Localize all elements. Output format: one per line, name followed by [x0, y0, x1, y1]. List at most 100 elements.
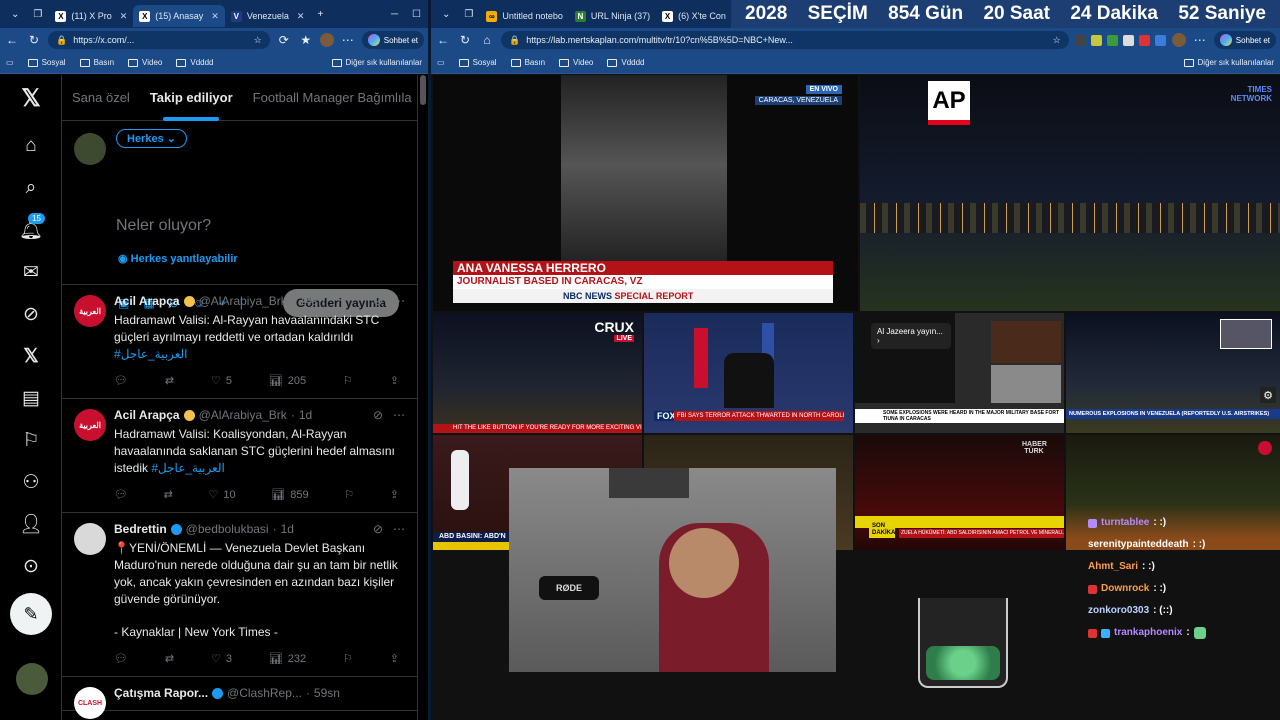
copilot-button[interactable]: Sohbet et	[361, 31, 424, 49]
avatar[interactable]	[74, 523, 106, 555]
like-button[interactable]: ♡ 10	[208, 487, 235, 504]
left-tab-3[interactable]: V Venezuela ✕	[225, 5, 311, 27]
retweet-icon[interactable]: ⇄	[165, 651, 174, 668]
author-handle[interactable]: @bedbolukbasi	[186, 521, 269, 538]
new-tab-button[interactable]: +	[310, 9, 330, 20]
tab-following[interactable]: Takip ediliyor	[140, 75, 243, 121]
extension-icon[interactable]	[1074, 34, 1086, 46]
back-icon[interactable]: ←	[4, 33, 20, 47]
right-tab-2[interactable]: N URL Ninja (37)	[569, 5, 656, 27]
account-avatar[interactable]	[16, 663, 48, 695]
close-icon[interactable]: ✕	[211, 11, 219, 22]
stream-ap[interactable]: AP TIMES NETWORK	[860, 75, 1280, 311]
stream-haberturk[interactable]: HABER TÜRK SON DAKİKA ZUELA HÜKÜMETİ: AB…	[855, 435, 1064, 550]
profile-avatar[interactable]	[319, 33, 334, 47]
share-icon[interactable]: ⇪	[390, 487, 399, 504]
like-button[interactable]: ♡ 3	[211, 651, 232, 668]
right-tab-1[interactable]: ∞ Untitled notebo	[480, 5, 569, 27]
like-button[interactable]: ♡ 5	[211, 373, 232, 390]
bookmark-folder[interactable]: Sosyal	[458, 58, 497, 67]
retweet-icon[interactable]: ⇄	[165, 373, 174, 390]
right-tab-3[interactable]: X (6) X'te Con	[656, 5, 732, 27]
author-handle[interactable]: @AlArabiya_Brk	[199, 407, 287, 424]
address-bar[interactable]: 🔒 https://x.com/... ☆	[48, 31, 270, 49]
communities-icon[interactable]: ⚇	[18, 469, 44, 495]
profile-icon[interactable]: 👤︎	[18, 511, 44, 537]
favorites-icon[interactable]: ★	[298, 33, 314, 47]
close-icon[interactable]: ✕	[297, 11, 305, 22]
bookmarks-icon[interactable]: ⚐	[18, 427, 44, 453]
grok-icon[interactable]: ⊘	[373, 293, 383, 310]
home-icon[interactable]: ⌂	[479, 33, 495, 47]
star-icon[interactable]: ☆	[254, 35, 262, 46]
left-tab-2[interactable]: X (15) Anasay ✕	[133, 5, 225, 27]
more-icon[interactable]: ⋯	[340, 33, 356, 47]
tab-football-manager[interactable]: Football Manager Bağımlıla	[243, 75, 417, 121]
grok-icon[interactable]: ⊘	[373, 521, 383, 538]
bookmark-folder[interactable]: Basın	[79, 58, 114, 67]
chat-user[interactable]: trankaphoenix	[1114, 622, 1182, 644]
bookmark-folder[interactable]: Vdddd	[607, 58, 645, 67]
bookmark-icon[interactable]: ⚐	[343, 373, 353, 390]
tweet-time[interactable]: 14sn	[299, 293, 325, 310]
views-button[interactable]: 📊︎ 232	[269, 651, 306, 668]
compose-input[interactable]: Neler oluyor?	[116, 217, 211, 235]
workspaces-icon[interactable]: ❐	[26, 9, 49, 20]
author-name[interactable]: Acil Arapça	[114, 293, 180, 310]
post-feather-button[interactable]: ✎	[10, 593, 52, 635]
home-icon[interactable]: ⌂	[18, 133, 44, 159]
star-icon[interactable]: ☆	[1053, 35, 1061, 46]
bookmark-icon[interactable]: ⚐	[343, 651, 353, 668]
author-name[interactable]: Acil Arapça	[114, 407, 180, 424]
other-bookmarks[interactable]: Diğer sık kullanılanlar	[331, 58, 422, 67]
grok-icon[interactable]: ⊘	[373, 407, 383, 424]
chat-user[interactable]: zonkoro0303	[1088, 600, 1149, 622]
tweet[interactable]: CLASH Çatışma Rapor... @ClashRep... · 59sn	[62, 677, 417, 719]
stream-nbc[interactable]: EN VIVO CARACAS, VENEZUELA ANA VANESSA H…	[433, 75, 858, 311]
author-name[interactable]: Bedrettin	[114, 521, 167, 538]
bookmark-folder[interactable]: Video	[559, 58, 593, 67]
more-circle-icon[interactable]: ⊙	[18, 553, 44, 579]
tab-menu-icon[interactable]: ⌄	[4, 9, 26, 20]
tweet-time[interactable]: 1d	[299, 407, 312, 424]
tweet[interactable]: العربية Acil Arapça @AlArabiya_Brk · 1d ⊘ ⋯ H…	[62, 399, 417, 513]
chat-user[interactable]: Ahmt_Sari	[1088, 556, 1138, 578]
aljazeera-popup[interactable]: Al Jazeera yayın... ›	[871, 323, 951, 349]
chat-user[interactable]: turntablee	[1101, 512, 1149, 534]
bookmark-folder[interactable]: Basın	[510, 58, 545, 67]
sync-icon[interactable]: ⟳	[276, 33, 292, 47]
lists-icon[interactable]: ▤	[18, 385, 44, 411]
search-icon[interactable]: ⌕	[18, 175, 44, 201]
scrollbar[interactable]	[420, 75, 426, 105]
reply-icon[interactable]: 💬︎	[114, 651, 128, 668]
author-name[interactable]: Çatışma Rapor...	[114, 685, 208, 702]
extension-icon[interactable]	[1090, 34, 1102, 46]
tab-for-you[interactable]: Sana özel	[62, 75, 140, 121]
maximize-icon[interactable]: ☐	[405, 9, 428, 20]
extension-icon[interactable]	[1122, 34, 1134, 46]
more-icon[interactable]: ⋯	[393, 521, 405, 538]
tweet[interactable]: العربية Acil Arapça @AlArabiya_Brk · 14sn ⊘ ⋯…	[62, 285, 417, 399]
author-handle[interactable]: @AlArabiya_Brk	[199, 293, 287, 310]
share-icon[interactable]: ⇪	[390, 373, 399, 390]
stream-fox[interactable]: FOX FBI SAYS TERROR ATTACK THWARTED IN N…	[644, 313, 853, 433]
views-button[interactable]: 📊︎ 205	[269, 373, 306, 390]
chat-user[interactable]: Downrock	[1101, 578, 1149, 600]
grok-icon[interactable]: ⊘	[18, 301, 44, 327]
tab-menu-icon[interactable]: ⌄	[435, 9, 457, 20]
extension-icon[interactable]	[1138, 34, 1150, 46]
bookmark-folder[interactable]: Vdddd	[176, 58, 214, 67]
chat-user[interactable]: serenitypainteddeath	[1088, 534, 1189, 556]
reading-list-icon[interactable]: ▭	[437, 58, 445, 67]
reply-setting[interactable]: ◉ Herkes yanıtlayabilir	[118, 252, 238, 265]
x-logo-icon[interactable]: 𝕏	[18, 85, 44, 112]
bookmark-folder[interactable]: Sosyal	[27, 58, 66, 67]
bookmark-icon[interactable]: ⚐	[344, 487, 354, 504]
author-handle[interactable]: @ClashRep...	[227, 685, 302, 702]
refresh-icon[interactable]: ↻	[26, 33, 42, 47]
messages-icon[interactable]: ✉	[18, 259, 44, 285]
views-button[interactable]: 📊︎ 859	[271, 487, 308, 504]
settings-gear-icon[interactable]: ⚙	[1260, 387, 1276, 403]
more-icon[interactable]: ⋯	[393, 293, 405, 310]
premium-icon[interactable]: 𝕏	[18, 343, 44, 369]
